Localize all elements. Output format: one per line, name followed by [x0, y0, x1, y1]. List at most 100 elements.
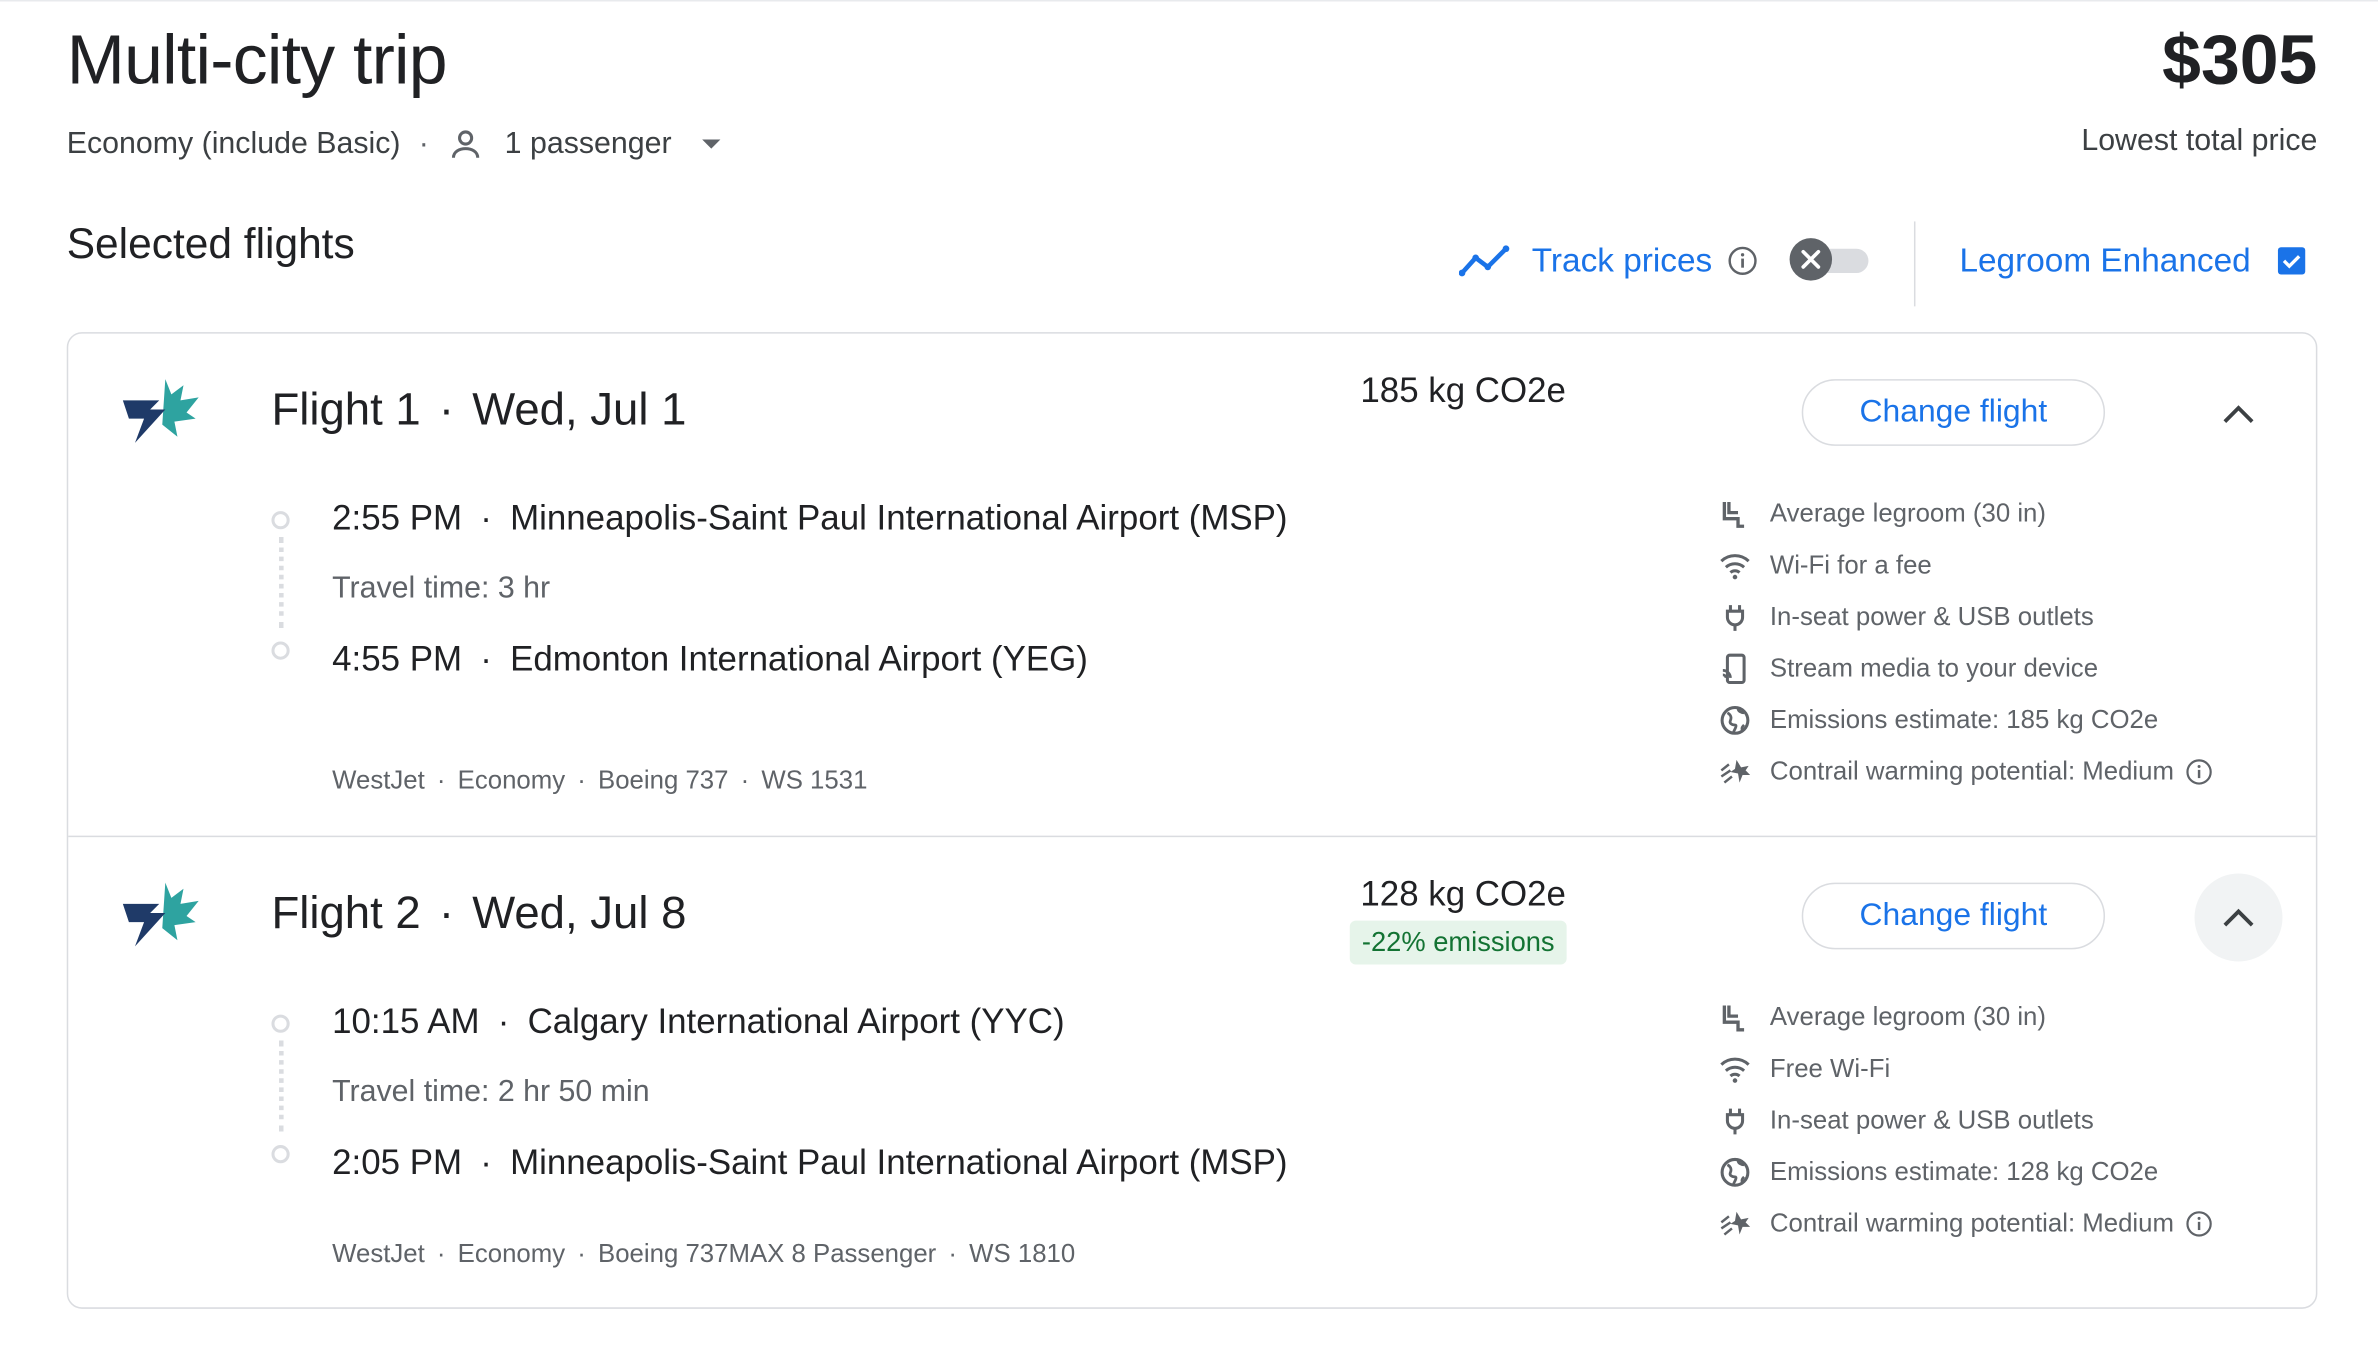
aircraft: Boeing 737 — [598, 765, 729, 795]
flight-meta: WestJet · Economy · Boeing 737MAX 8 Passenge… — [332, 1239, 1076, 1268]
departure-airport: Calgary International Airport (YYC) — [527, 1000, 1065, 1041]
wifi-icon — [1720, 554, 1750, 580]
amenity-text: Contrail warming potential: Medium — [1769, 1208, 2174, 1238]
flights-card: Flight 1 · Wed, Jul 1 185 kg CO2e Change f… — [66, 332, 2318, 1309]
amenity-text: Average legroom (30 in) — [1769, 498, 2046, 528]
westjet-logo-icon — [122, 882, 199, 947]
arrival-time: 2:05 PM — [332, 1141, 463, 1182]
amenity-text: Average legroom (30 in) — [1769, 1002, 2046, 1032]
cabin: Economy — [457, 1239, 566, 1268]
timeline-dots — [279, 536, 288, 628]
departure-circle-icon — [271, 511, 290, 530]
close-icon — [1789, 238, 1833, 281]
flight-row: Flight 2 · Wed, Jul 8 128 kg CO2e -22% emi… — [68, 837, 2316, 1337]
departure-info: 2:55 PM · Minneapolis-Saint Paul Internati… — [332, 497, 1288, 537]
controls-divider — [1913, 221, 1916, 307]
departure-info: 10:15 AM · Calgary International Airport (… — [332, 1000, 1065, 1041]
power-icon — [1725, 1108, 1745, 1135]
info-icon[interactable] — [2186, 758, 2213, 785]
stream-icon — [1722, 653, 1746, 684]
amenity-item: Contrail warming potential: Medium — [1718, 1198, 2213, 1250]
amenity-text: Free Wi-Fi — [1769, 1054, 1891, 1083]
amenity-text: Wi-Fi for a fee — [1769, 550, 1932, 580]
power-icon — [1725, 605, 1745, 631]
contrail-icon — [1720, 1211, 1751, 1236]
flight-number-label: Flight 1 — [271, 385, 421, 436]
flight-row: Flight 1 · Wed, Jul 1 185 kg CO2e Change f… — [68, 334, 2316, 834]
legroom-enhanced-label[interactable]: Legroom Enhanced — [1959, 237, 2250, 286]
collapse-button[interactable] — [2195, 370, 2283, 458]
flight-heading: Flight 1 · Wed, Jul 1 — [271, 385, 687, 436]
trending-icon — [1458, 245, 1510, 277]
amenity-item: Contrail warming potential: Medium — [1718, 746, 2213, 798]
contrail-icon — [1720, 759, 1751, 784]
arrival-circle-icon — [271, 1145, 290, 1164]
amenity-text: Emissions estimate: 185 kg CO2e — [1769, 705, 2159, 735]
departure-time: 2:55 PM — [332, 497, 463, 537]
amenity-item: In-seat power & USB outlets — [1718, 1095, 2213, 1147]
amenities-list: Average legroom (30 in) Wi-Fi for a fee … — [1718, 488, 2213, 797]
arrival-info: 4:55 PM · Edmonton International Airport (… — [332, 638, 1088, 678]
arrival-airport: Edmonton International Airport (YEG) — [510, 638, 1088, 678]
airline: WestJet — [332, 1239, 425, 1268]
track-prices-toggle[interactable] — [1789, 238, 1872, 281]
departure-circle-icon — [271, 1014, 290, 1033]
westjet-logo-icon — [122, 379, 199, 443]
person-icon — [451, 130, 479, 158]
chevron-up-icon — [2223, 405, 2254, 423]
separator-dot: · — [418, 126, 429, 161]
flight-code: WS 1810 — [969, 1239, 1076, 1268]
legroom-enhanced-checkbox[interactable] — [2277, 247, 2306, 275]
chevron-up-icon — [2223, 908, 2254, 927]
track-prices[interactable]: Track prices — [1458, 237, 1758, 286]
globe-icon — [1720, 1157, 1750, 1187]
flight-heading: Flight 2 · Wed, Jul 8 — [271, 888, 687, 939]
info-icon[interactable] — [2186, 1210, 2213, 1237]
cabin: Economy — [457, 765, 566, 795]
amenity-item: Emissions estimate: 128 kg CO2e — [1718, 1147, 2213, 1199]
total-price-label: Lowest total price — [2081, 124, 2318, 158]
amenities-list: Average legroom (30 in) Free Wi-Fi In-se… — [1718, 992, 2213, 1250]
cabin-class[interactable]: Economy (include Basic) — [67, 127, 401, 162]
chevron-down-icon[interactable] — [701, 139, 721, 149]
trip-options-row: Economy (include Basic) · 1 passenger — [67, 121, 721, 166]
flight-number-label: Flight 2 — [271, 888, 421, 939]
departure-airport: Minneapolis-Saint Paul International Air… — [510, 497, 1288, 537]
amenity-text: In-seat power & USB outlets — [1769, 602, 2094, 631]
flight-date: Wed, Jul 8 — [472, 888, 687, 939]
arrival-airport: Minneapolis-Saint Paul International Air… — [510, 1141, 1288, 1182]
amenity-item: Wi-Fi for a fee — [1718, 540, 2213, 592]
amenity-item: Free Wi-Fi — [1718, 1043, 2213, 1095]
section-title: Selected flights — [66, 219, 355, 267]
amenity-text: In-seat power & USB outlets — [1769, 1105, 2094, 1135]
amenity-text: Emissions estimate: 128 kg CO2e — [1769, 1157, 2159, 1186]
amenity-item: Average legroom (30 in) — [1718, 488, 2213, 540]
track-prices-label[interactable]: Track prices — [1532, 241, 1712, 280]
timeline-dots — [279, 1040, 288, 1132]
travel-time: Travel time: 2 hr 50 min — [332, 1075, 650, 1109]
amenity-item: Emissions estimate: 185 kg CO2e — [1718, 695, 2213, 747]
change-flight-button[interactable]: Change flight — [1801, 379, 2106, 446]
top-divider — [0, 0, 2378, 2]
amenity-item: In-seat power & USB outlets — [1718, 591, 2213, 643]
wifi-icon — [1720, 1057, 1750, 1083]
amenity-text: Stream media to your device — [1769, 653, 2099, 683]
collapse-button[interactable] — [2194, 873, 2283, 962]
co2-estimate: 128 kg CO2e — [1360, 873, 1566, 913]
arrival-circle-icon — [271, 641, 290, 660]
legroom-icon — [1722, 1005, 1745, 1032]
flight-date: Wed, Jul 1 — [472, 385, 687, 436]
amenity-item: Average legroom (30 in) — [1718, 992, 2213, 1044]
amenity-item: Stream media to your device — [1718, 643, 2213, 695]
amenity-text: Contrail warming potential: Medium — [1769, 756, 2174, 786]
emissions-badge: -22% emissions — [1349, 920, 1567, 965]
flight-code: WS 1531 — [761, 765, 868, 795]
info-icon[interactable] — [1727, 246, 1757, 276]
passenger-count[interactable]: 1 passenger — [505, 127, 672, 162]
globe-icon — [1720, 705, 1750, 735]
departure-time: 10:15 AM — [332, 1000, 480, 1041]
change-flight-button[interactable]: Change flight — [1801, 882, 2106, 950]
flight-meta: WestJet · Economy · Boeing 737 · WS 1531 — [332, 765, 868, 795]
total-price: $305 — [2162, 19, 2318, 99]
arrival-info: 2:05 PM · Minneapolis-Saint Paul Internati… — [332, 1141, 1288, 1182]
